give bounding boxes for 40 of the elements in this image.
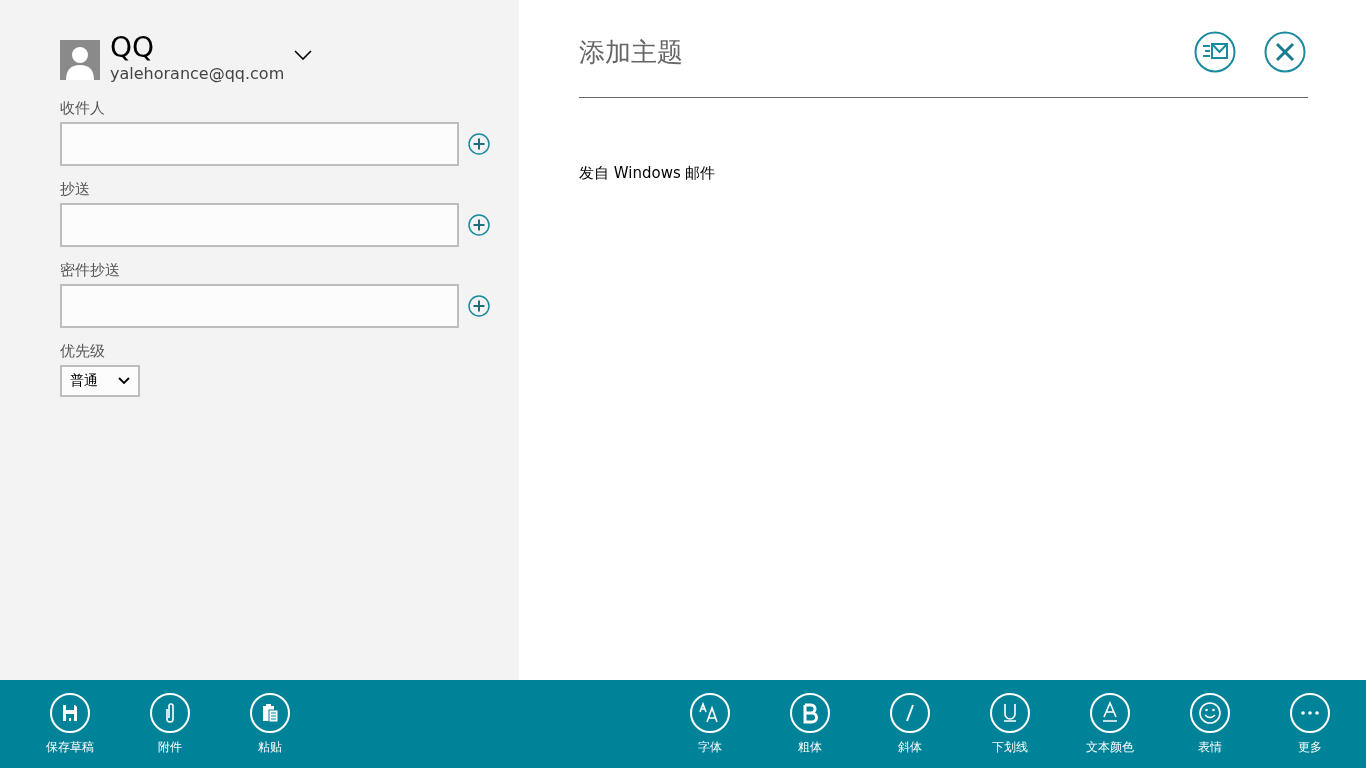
app-bar-button[interactable]: 更多	[1260, 680, 1360, 768]
priority-dropdown[interactable]: 普通	[60, 365, 140, 397]
app-bar-button[interactable]: 粗体	[760, 680, 860, 768]
field-label: 优先级	[60, 341, 105, 362]
input-field[interactable]	[60, 203, 459, 247]
field-label: 收件人	[60, 98, 105, 119]
avatar-icon	[60, 40, 100, 80]
add-icon[interactable]	[468, 214, 490, 236]
input-field[interactable]	[60, 284, 459, 328]
app-bar-button[interactable]: 斜体	[860, 680, 960, 768]
input-field[interactable]	[60, 122, 459, 166]
send-icon[interactable]	[1194, 31, 1236, 73]
app-bar-button[interactable]: 粘贴	[220, 680, 320, 768]
more-icon	[1290, 693, 1330, 733]
account-email: yalehorance@qq.com	[110, 64, 285, 83]
app-bar-button[interactable]: 字体	[660, 680, 760, 768]
app-bar-button[interactable]: 文本颜色	[1060, 680, 1160, 768]
app-bar-button[interactable]: 附件	[120, 680, 220, 768]
bold-icon	[790, 693, 830, 733]
clipboard-icon	[250, 693, 290, 733]
chevron-down-icon[interactable]	[294, 50, 313, 60]
smiley-icon	[1190, 693, 1230, 733]
app-bar-button[interactable]: 表情	[1160, 680, 1260, 768]
subject-field[interactable]: 添加主题	[579, 27, 1166, 77]
message-body: 发自 Windows 邮件	[579, 164, 717, 183]
field-label: 密件抄送	[60, 260, 120, 281]
text-color-icon	[1090, 693, 1130, 733]
paperclip-icon	[150, 693, 190, 733]
chevron-down-icon	[118, 377, 130, 385]
app-bar-button[interactable]: 下划线	[960, 680, 1060, 768]
add-icon[interactable]	[468, 133, 490, 155]
underline-icon	[990, 693, 1030, 733]
close-icon[interactable]	[1264, 31, 1306, 73]
italic-icon	[890, 693, 930, 733]
add-icon[interactable]	[468, 295, 490, 317]
floppy-disk-icon	[50, 693, 90, 733]
field-label: 抄送	[60, 179, 90, 200]
account-name: QQ	[110, 32, 156, 64]
app-bar-button[interactable]: 保存草稿	[20, 680, 120, 768]
font-size-icon	[690, 693, 730, 733]
